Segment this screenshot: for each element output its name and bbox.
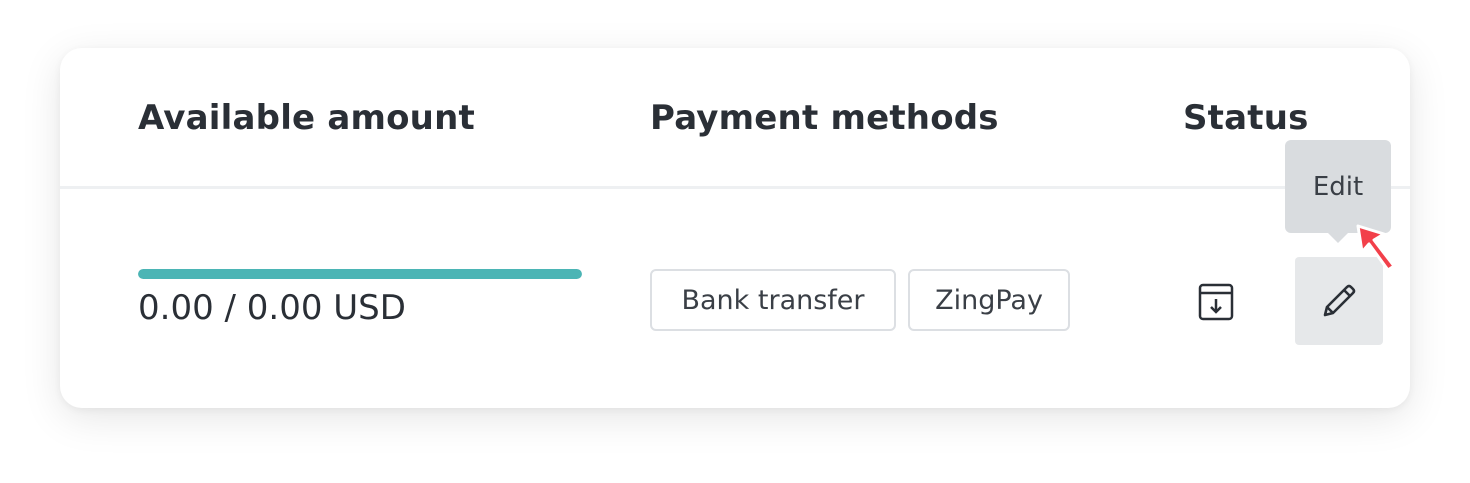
archive-button[interactable] <box>1188 274 1244 330</box>
pencil-icon <box>1323 284 1356 317</box>
table-header-row: Available amount Payment methods Status <box>60 48 1410 189</box>
payment-table-card: Available amount Payment methods Status … <box>60 48 1410 408</box>
tooltip-arrow <box>1326 231 1350 243</box>
payment-method-chip-bank-transfer: Bank transfer <box>650 269 896 331</box>
cursor-arrow-icon <box>1356 224 1396 272</box>
amount-progress-fill <box>138 269 582 279</box>
payment-method-chip-zingpay: ZingPay <box>908 269 1070 331</box>
edit-tooltip: Edit <box>1285 140 1391 233</box>
column-header-payment-methods: Payment methods <box>650 98 999 138</box>
archive-download-icon <box>1198 283 1234 321</box>
amount-progress-bar <box>138 269 582 279</box>
column-header-status: Status <box>1183 98 1309 138</box>
column-header-available-amount: Available amount <box>138 98 475 138</box>
amount-value: 0.00 / 0.00 USD <box>138 288 406 328</box>
